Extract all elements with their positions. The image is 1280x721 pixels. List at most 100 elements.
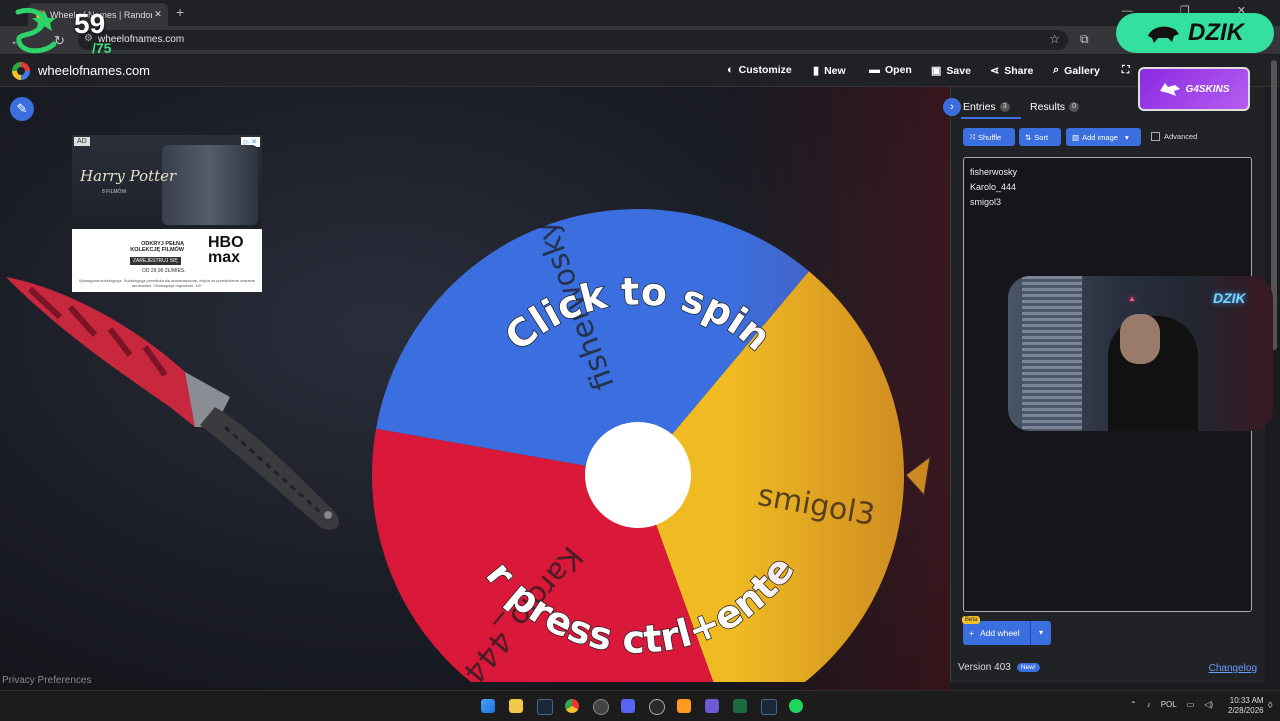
customize-label: Customize [738, 64, 792, 76]
tab-entries-label: Entries [963, 101, 996, 113]
fullscreen-icon[interactable]: ⛶ [1122, 64, 1129, 77]
new-button[interactable]: ▮ New [813, 64, 846, 78]
streamer-head [1120, 314, 1160, 364]
shuffle-icon: ⤨ [969, 132, 975, 141]
open-button[interactable]: ▬ Open [869, 64, 912, 76]
clock-date: 2/28/2026 [1228, 706, 1264, 715]
search-icon: ⌕ [1053, 64, 1060, 76]
add-image-label: Add image [1082, 132, 1118, 142]
palette-icon: ◐ [727, 64, 734, 76]
site-name[interactable]: wheelofnames.com [38, 63, 150, 78]
extensions-icon[interactable]: ⧉ [1080, 32, 1089, 47]
wheel-segment-label: smigol3 [755, 478, 877, 533]
wheel[interactable]: fisherwoskysmigol3Karolo_444Click to spi… [358, 146, 932, 721]
webcam-neon-sign: DZIK [1213, 290, 1246, 306]
discord-icon[interactable] [621, 699, 635, 713]
new-tab-button[interactable]: + [176, 4, 184, 20]
steam-icon[interactable] [761, 699, 777, 715]
entry-line: fisherwosky [970, 167, 1018, 177]
customize-button[interactable]: ◐ Customize [727, 64, 792, 76]
notification-bell-icon[interactable]: ◊ [1268, 700, 1272, 710]
hbo-line: HBO [208, 234, 244, 251]
chevron-down-icon: ▾ [1124, 132, 1129, 142]
add-wheel-button[interactable]: + Add wheel ▾ [963, 621, 1051, 645]
sort-button[interactable]: ⇅ Sort [1019, 128, 1061, 146]
ad-subtitle: 8 FILMÓW [102, 189, 127, 195]
beta-badge: Beta [962, 616, 981, 624]
file-icon: ▮ [813, 65, 820, 77]
version-info: Version 403 New! [958, 662, 1040, 673]
windows-start-icon[interactable] [481, 699, 495, 713]
sort-icon: ⇅ [1025, 132, 1032, 142]
g4skins-label: G4SKINS [1185, 83, 1230, 95]
g4skins-logo-overlay: G4SKINS [1138, 67, 1250, 111]
folder-icon: ▬ [869, 64, 880, 76]
share-label: Share [1004, 64, 1034, 77]
shuffle-button[interactable]: ⤨ Shuffle [963, 128, 1015, 146]
viewer-counter-overlay: 59 /75 [6, 4, 126, 59]
ad-banner[interactable]: AD ▷ ✕ Harry Potter 8 FILMÓW ODKRYJ PEŁN… [72, 135, 262, 292]
advanced-label: Advanced [1164, 132, 1198, 141]
app-icon[interactable] [705, 699, 719, 713]
url-bar[interactable]: ⚙ wheelofnames.com ☆ [78, 30, 1068, 50]
gallery-button[interactable]: ⌕ Gallery [1053, 64, 1100, 77]
volume-icon[interactable]: ◁) [1204, 700, 1213, 709]
ad-cta-button[interactable]: ZAREJESTRUJ SIĘ [130, 257, 181, 265]
counter-total: /75 [92, 40, 112, 56]
collapse-panel-icon[interactable]: › [943, 98, 961, 116]
chevron-up-icon[interactable]: ⌃ [1130, 700, 1137, 709]
wheel-container[interactable]: fisherwosky smigol3 Karolo_444 Click to spi… [358, 146, 932, 721]
plus-icon: + [969, 628, 974, 638]
open-label: Open [885, 64, 912, 76]
bookmark-star-icon[interactable]: ☆ [1049, 32, 1060, 46]
tab-entries[interactable]: Entries 3 [963, 101, 1010, 113]
share-icon: ⋖ [990, 65, 1000, 77]
save-button[interactable]: ▣ Save [931, 64, 971, 78]
app-icon[interactable] [677, 699, 691, 713]
save-icon: ▣ [931, 65, 942, 77]
neon-boar-icon: ▲ [1128, 294, 1136, 303]
obs-icon[interactable] [593, 699, 609, 715]
ad-poster-image [162, 145, 258, 225]
microphone-icon[interactable]: ♪ [1147, 700, 1151, 709]
wheel-pointer-icon [905, 455, 931, 497]
taskbar-clock[interactable]: 10:33 AM 2/28/2026 [1228, 696, 1264, 716]
wheel-area: ✎ AD ▷ ✕ Harry Potter 8 FILMÓW ODKRYJ PE… [0, 87, 950, 721]
advanced-toggle[interactable]: Advanced [1151, 132, 1197, 141]
app-icon[interactable] [733, 699, 747, 713]
tab-results[interactable]: Results 0 [1030, 101, 1080, 113]
wheel-hub[interactable] [585, 422, 691, 528]
ad-price: OD 29,99 ZŁ/MIES. [142, 268, 186, 274]
network-icon[interactable]: ▭ [1187, 700, 1195, 709]
app-icon[interactable] [649, 699, 665, 715]
add-wheel-label: Add wheel [979, 628, 1020, 638]
hbo-max-logo: HBO max [208, 234, 244, 266]
file-explorer-icon[interactable] [509, 699, 523, 713]
address-toolbar: ← ↻ ⚙ wheelofnames.com ☆ ⧉ [0, 26, 1280, 54]
edit-pencil-icon[interactable]: ✎ [10, 97, 34, 121]
add-wheel-dropdown-icon[interactable]: ▾ [1030, 621, 1051, 645]
spotify-icon[interactable] [789, 699, 803, 713]
wheel-logo-icon[interactable] [12, 62, 30, 80]
version-label: Version 403 [958, 662, 1011, 673]
advanced-checkbox[interactable] [1151, 132, 1160, 141]
share-button[interactable]: ⋖ Share [990, 64, 1034, 78]
steam-icon[interactable] [537, 699, 553, 715]
clock-time: 10:33 AM [1229, 696, 1264, 705]
wolf-icon [1159, 83, 1180, 96]
image-icon: ▨ [1072, 132, 1080, 142]
dzik-logo-overlay: DZIK [1116, 13, 1274, 53]
privacy-preferences-link[interactable]: Privacy Preferences [2, 675, 91, 686]
add-image-button[interactable]: ▨ Add image ▾ [1066, 128, 1141, 146]
chrome-icon[interactable] [565, 699, 579, 713]
shuffle-label: Shuffle [978, 132, 1002, 142]
dzik-label: DZIK [1188, 19, 1244, 46]
entry-line: smigol3 [970, 197, 1002, 207]
browser-tab-bar: Wheel of Names | Random nam ✕ + — ❐ ✕ [0, 0, 1280, 26]
tab-results-label: Results [1030, 101, 1066, 113]
changelog-link[interactable]: Changelog [1209, 663, 1257, 674]
tab-close-icon[interactable]: ✕ [152, 9, 164, 20]
language-indicator[interactable]: POL [1161, 700, 1177, 709]
boar-icon [1148, 26, 1179, 43]
results-count-badge: 0 [1069, 102, 1080, 112]
